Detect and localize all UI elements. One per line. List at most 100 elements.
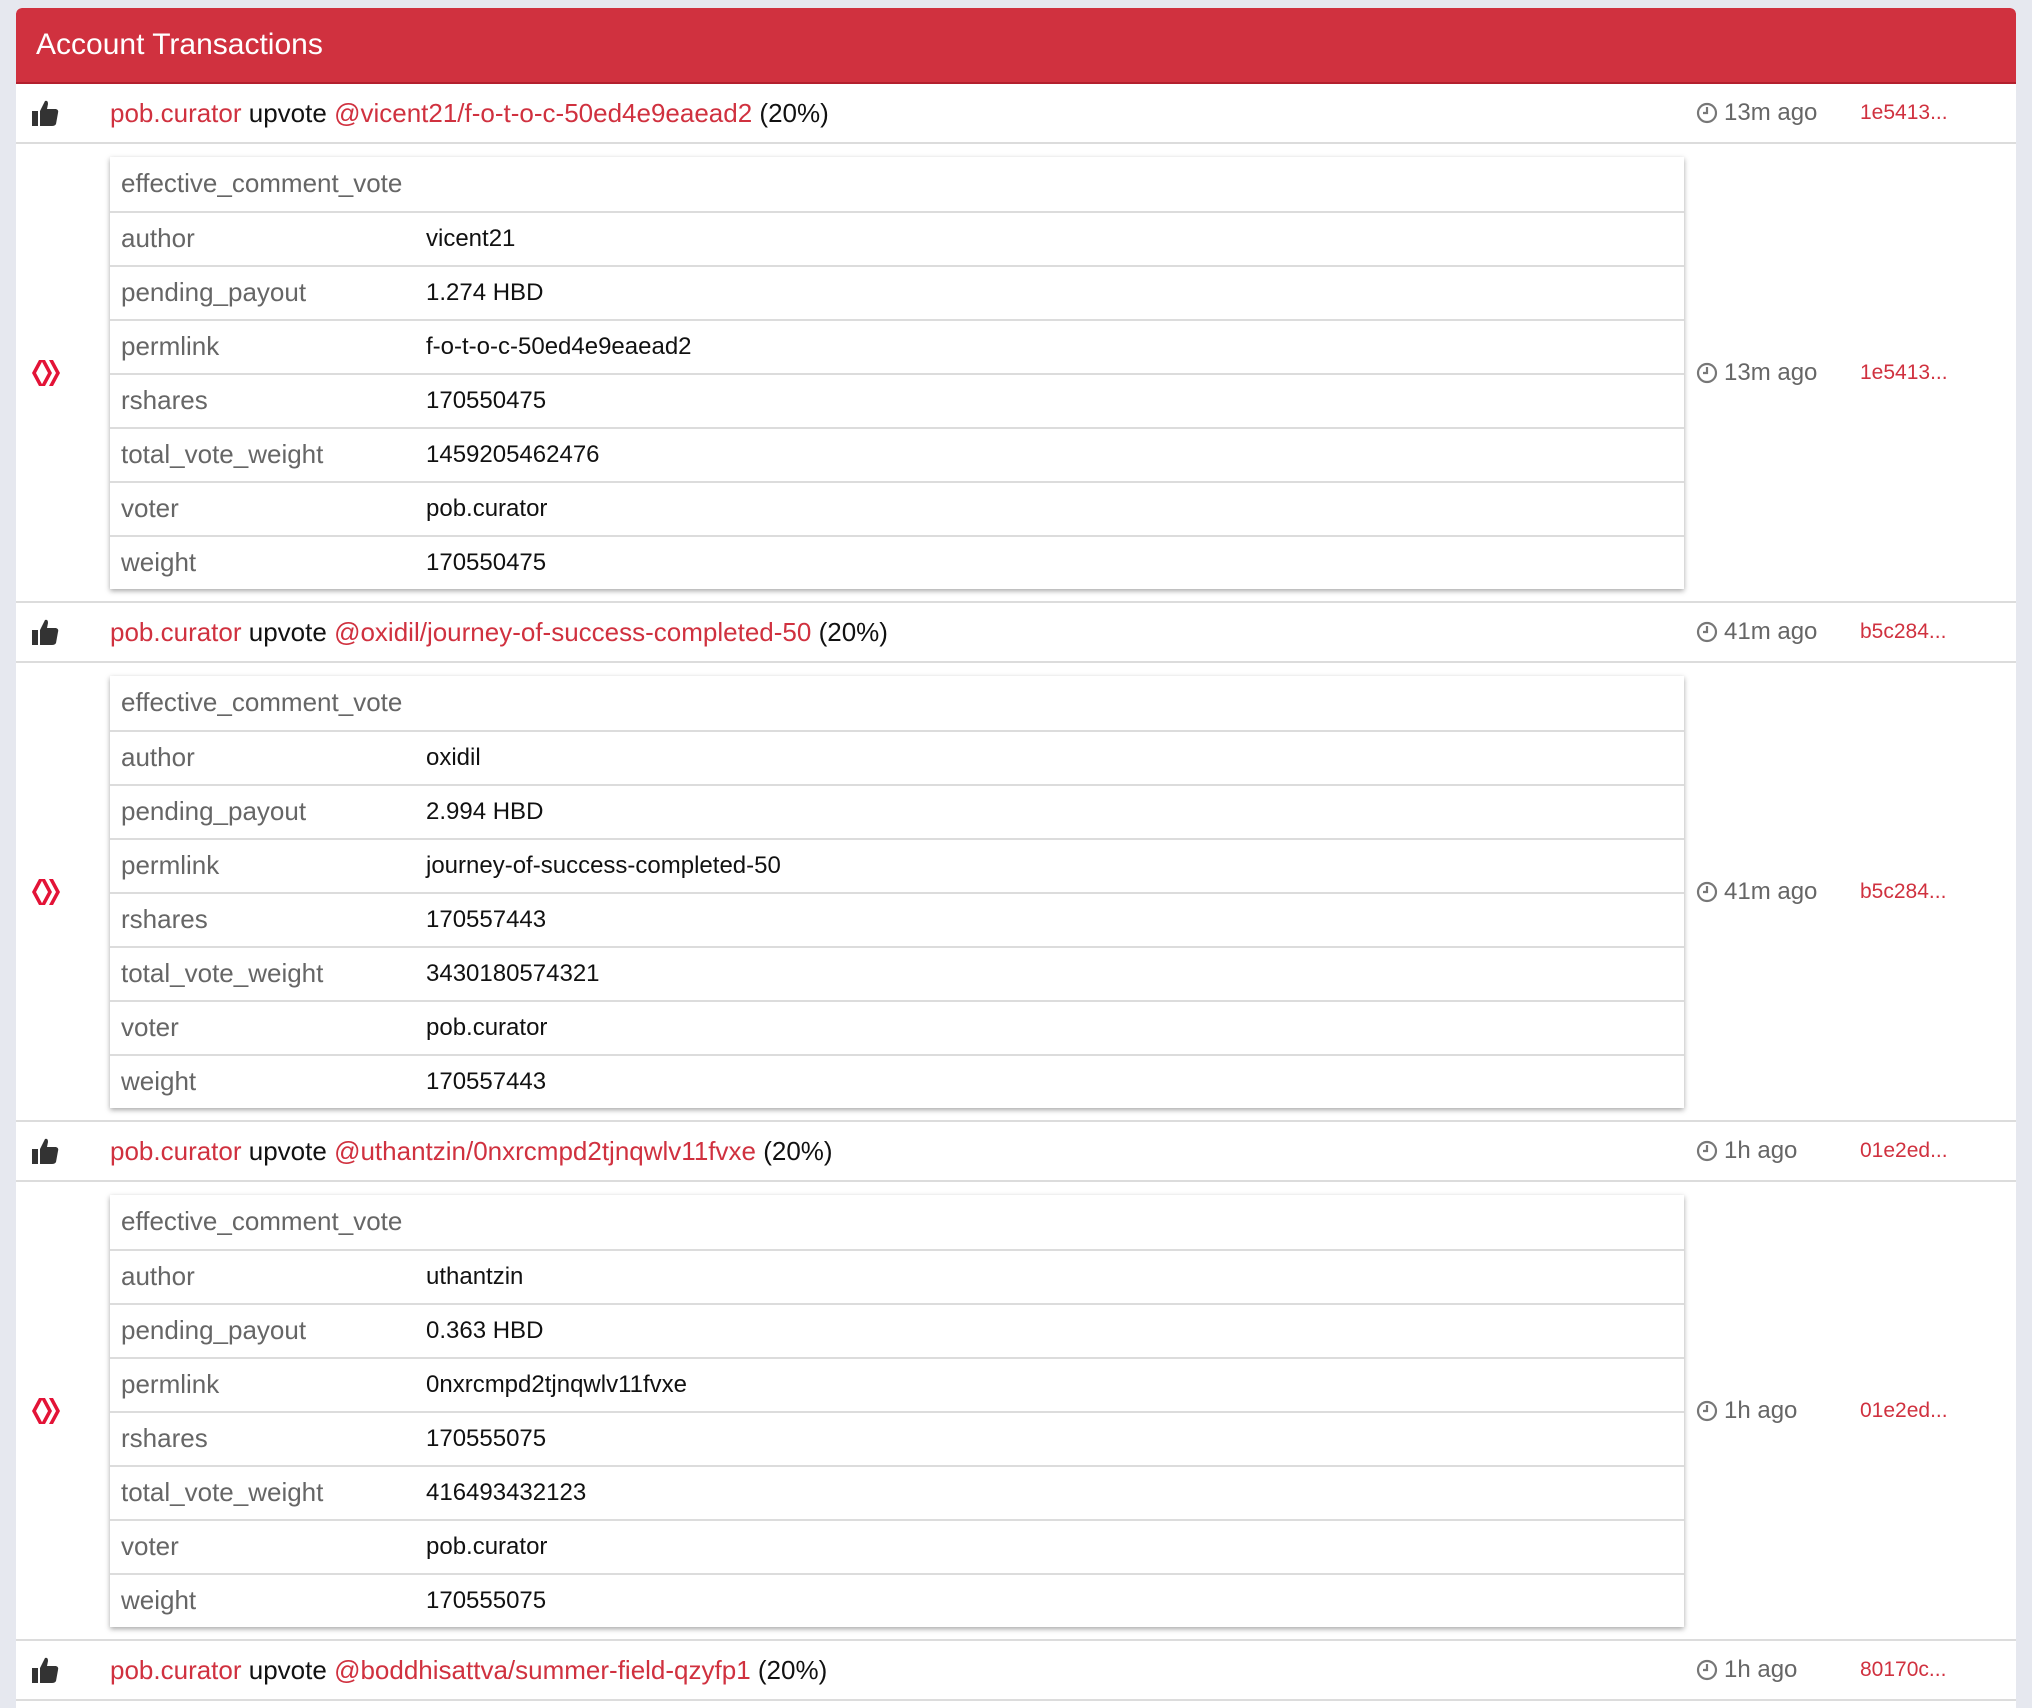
tx-meta: 1h ago 01e2ed...	[1696, 1137, 2016, 1165]
voter-link[interactable]: pob.curator	[110, 1136, 242, 1166]
field-row-permlink: permlink journey-of-success-completed-50	[110, 840, 1684, 894]
voter-link[interactable]: pob.curator	[110, 1655, 242, 1685]
field-key: voter	[121, 1012, 179, 1042]
post-link[interactable]: @boddhisattva/summer-field-qzyfp1	[334, 1655, 751, 1685]
field-row-weight: weight 170557443	[110, 1056, 1684, 1108]
time-ago: 1h ago	[1724, 1656, 1798, 1683]
time-ago: 13m ago	[1724, 358, 1818, 386]
time-ago: 41m ago	[1724, 877, 1818, 905]
operation-type: effective_comment_vote	[110, 1195, 1684, 1251]
field-row-voter: voter pob.curator	[110, 1521, 1684, 1575]
vote-action: upvote	[248, 97, 327, 128]
timestamp: 41m ago	[1696, 878, 1846, 906]
tx-hash-link[interactable]: 1e5413...	[1860, 361, 1948, 385]
field-row-voter: voter pob.curator	[110, 1002, 1684, 1056]
field-value: pob.curator	[426, 1532, 548, 1560]
timestamp: 41m ago	[1696, 618, 1846, 646]
field-row-permlink: permlink 0nxrcmpd2tjnqwlv11fvxe	[110, 1359, 1684, 1413]
field-key: pending_payout	[121, 796, 307, 826]
operation-card: effective_comment_vote author vicent21 pen…	[110, 156, 1684, 589]
field-key: rshares	[121, 1423, 208, 1453]
field-value: journey-of-success-completed-50	[426, 851, 781, 879]
post-link[interactable]: @oxidil/journey-of-success-completed-50	[334, 617, 811, 647]
field-value: oxidil	[426, 743, 481, 771]
vote-percent: (20%)	[757, 1654, 828, 1685]
vote-percent: (20%)	[759, 97, 829, 128]
vote-detail-row: effective_comment_vote author oxidil pendi…	[16, 663, 2016, 1122]
field-value: 170557443	[426, 905, 547, 933]
field-value: 2.994 HBD	[426, 797, 544, 825]
left-cell	[16, 617, 110, 647]
tx-meta: 13m ago 1e5413...	[1696, 99, 2016, 127]
tx-hash-link[interactable]: b5c284...	[1860, 620, 1946, 644]
field-row-pending-payout: pending_payout 2.994 HBD	[110, 786, 1684, 840]
detail-area: effective_comment_vote author vicent21 pen…	[110, 156, 1696, 589]
field-key: author	[121, 223, 195, 253]
clock-icon	[1696, 102, 1718, 124]
field-key: rshares	[121, 385, 208, 415]
time-ago: 41m ago	[1724, 618, 1818, 645]
field-key: weight	[121, 547, 197, 577]
field-row-pending-payout: pending_payout 0.363 HBD	[110, 1305, 1684, 1359]
hive-logo-icon	[32, 1397, 60, 1424]
thumbs-up-icon	[32, 619, 59, 645]
field-value: f-o-t-o-c-50ed4e9eaead2	[426, 332, 692, 360]
left-cell	[16, 1395, 110, 1427]
clock-icon	[1696, 621, 1718, 643]
vote-detail-row: effective_comment_vote author uthantzin pe…	[16, 1182, 2016, 1641]
voter-link[interactable]: pob.curator	[110, 617, 242, 647]
vote-row: pob.curator upvote @vicent21/f-o-t-o-c-5…	[16, 84, 2016, 144]
vote-action: upvote	[248, 1135, 327, 1166]
tx-hash-link[interactable]: 01e2ed...	[1860, 1399, 1948, 1423]
tx-hash-link[interactable]: b5c284...	[1860, 880, 1946, 904]
field-row-permlink: permlink f-o-t-o-c-50ed4e9eaead2	[110, 321, 1684, 375]
field-row-rshares: rshares 170550475	[110, 375, 1684, 429]
field-value: pob.curator	[426, 1013, 548, 1041]
clock-icon	[1696, 362, 1718, 383]
field-key: total_vote_weight	[121, 958, 324, 988]
field-key: voter	[121, 1531, 179, 1561]
field-key: permlink	[121, 850, 220, 880]
field-value: pob.curator	[426, 494, 548, 522]
vote-row: pob.curator upvote @boddhisattva/summer-…	[16, 1641, 2016, 1701]
post-link[interactable]: @vicent21/f-o-t-o-c-50ed4e9eaead2	[334, 98, 752, 128]
field-row-rshares: rshares 170555075	[110, 1413, 1684, 1467]
field-row-author: author uthantzin	[110, 1251, 1684, 1305]
field-value: 170550475	[426, 386, 547, 414]
field-key: permlink	[121, 331, 220, 361]
tx-meta: 1h ago 80170c...	[1696, 1656, 2016, 1684]
clock-icon	[1696, 1140, 1718, 1162]
field-value: uthantzin	[426, 1262, 524, 1290]
timestamp: 1h ago	[1696, 1656, 1846, 1684]
field-key: author	[121, 742, 195, 772]
field-row-author: author oxidil	[110, 732, 1684, 786]
field-value: 1459205462476	[426, 440, 600, 468]
tx-meta: 41m ago b5c284...	[1696, 618, 2016, 646]
detail-area: effective_comment_vote author uthantzin pe…	[110, 1194, 1696, 1627]
vote-detail-row: effective_comment_vote author vicent21 pen…	[16, 144, 2016, 603]
post-link[interactable]: @uthantzin/0nxrcmpd2tjnqwlv11fvxe	[334, 1136, 756, 1166]
left-cell	[16, 1136, 110, 1166]
field-value: 1.274 HBD	[426, 278, 544, 306]
field-key: pending_payout	[121, 1315, 307, 1345]
timestamp: 13m ago	[1696, 99, 1846, 127]
field-row-total-vote-weight: total_vote_weight 3430180574321	[110, 948, 1684, 1002]
tx-hash-link[interactable]: 1e5413...	[1860, 101, 1948, 125]
timestamp: 1h ago	[1696, 1137, 1846, 1165]
tx-meta: 13m ago 1e5413...	[1696, 359, 2016, 387]
vote-row: pob.curator upvote @uthantzin/0nxrcmpd2t…	[16, 1122, 2016, 1182]
field-value: vicent21	[426, 224, 516, 252]
thumbs-up-icon	[32, 1138, 59, 1164]
operation-fields: author oxidil pending_payout 2.994 HBD perml…	[110, 732, 1684, 1108]
left-cell	[16, 357, 110, 389]
field-value: 170550475	[426, 548, 547, 576]
hive-logo-icon	[32, 878, 60, 905]
tx-hash-link[interactable]: 01e2ed...	[1860, 1139, 1948, 1163]
field-key: permlink	[121, 1369, 220, 1399]
vote-summary: pob.curator upvote @uthantzin/0nxrcmpd2t…	[110, 1136, 1696, 1167]
field-row-pending-payout: pending_payout 1.274 HBD	[110, 267, 1684, 321]
field-key: weight	[121, 1066, 197, 1096]
voter-link[interactable]: pob.curator	[110, 98, 242, 128]
vote-row: pob.curator upvote @oxidil/journey-of-su…	[16, 603, 2016, 663]
tx-hash-link[interactable]: 80170c...	[1860, 1658, 1946, 1682]
